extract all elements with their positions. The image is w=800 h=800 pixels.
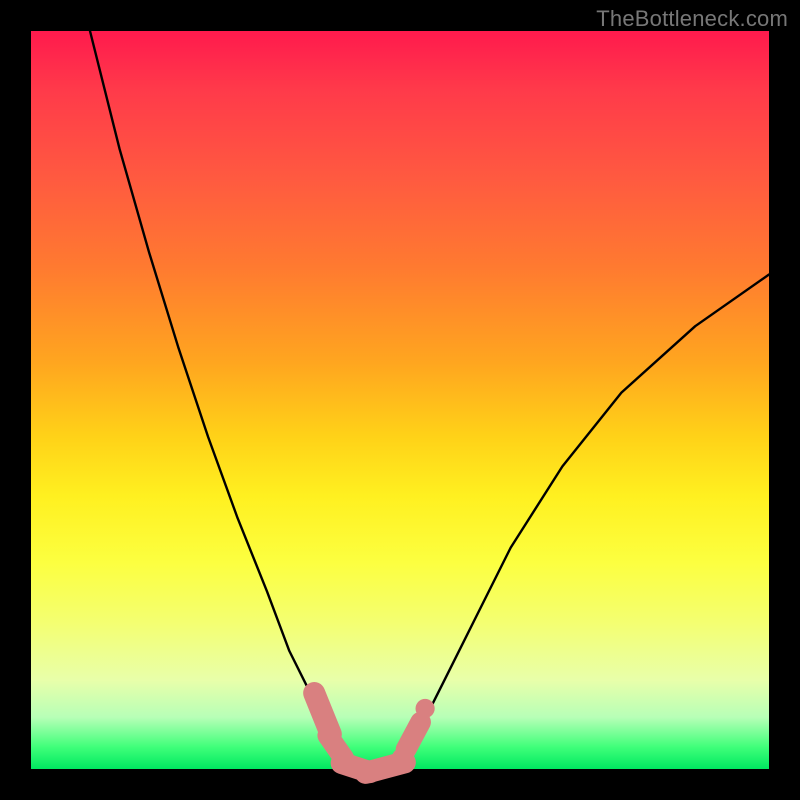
valley-marker-capsule <box>406 722 421 749</box>
plot-area <box>31 31 769 769</box>
valley-marker-dot <box>416 699 435 718</box>
watermark-text: TheBottleneck.com <box>596 6 788 32</box>
bottleneck-curve <box>31 31 769 769</box>
curve-path <box>90 31 769 769</box>
chart-frame: TheBottleneck.com <box>0 0 800 800</box>
